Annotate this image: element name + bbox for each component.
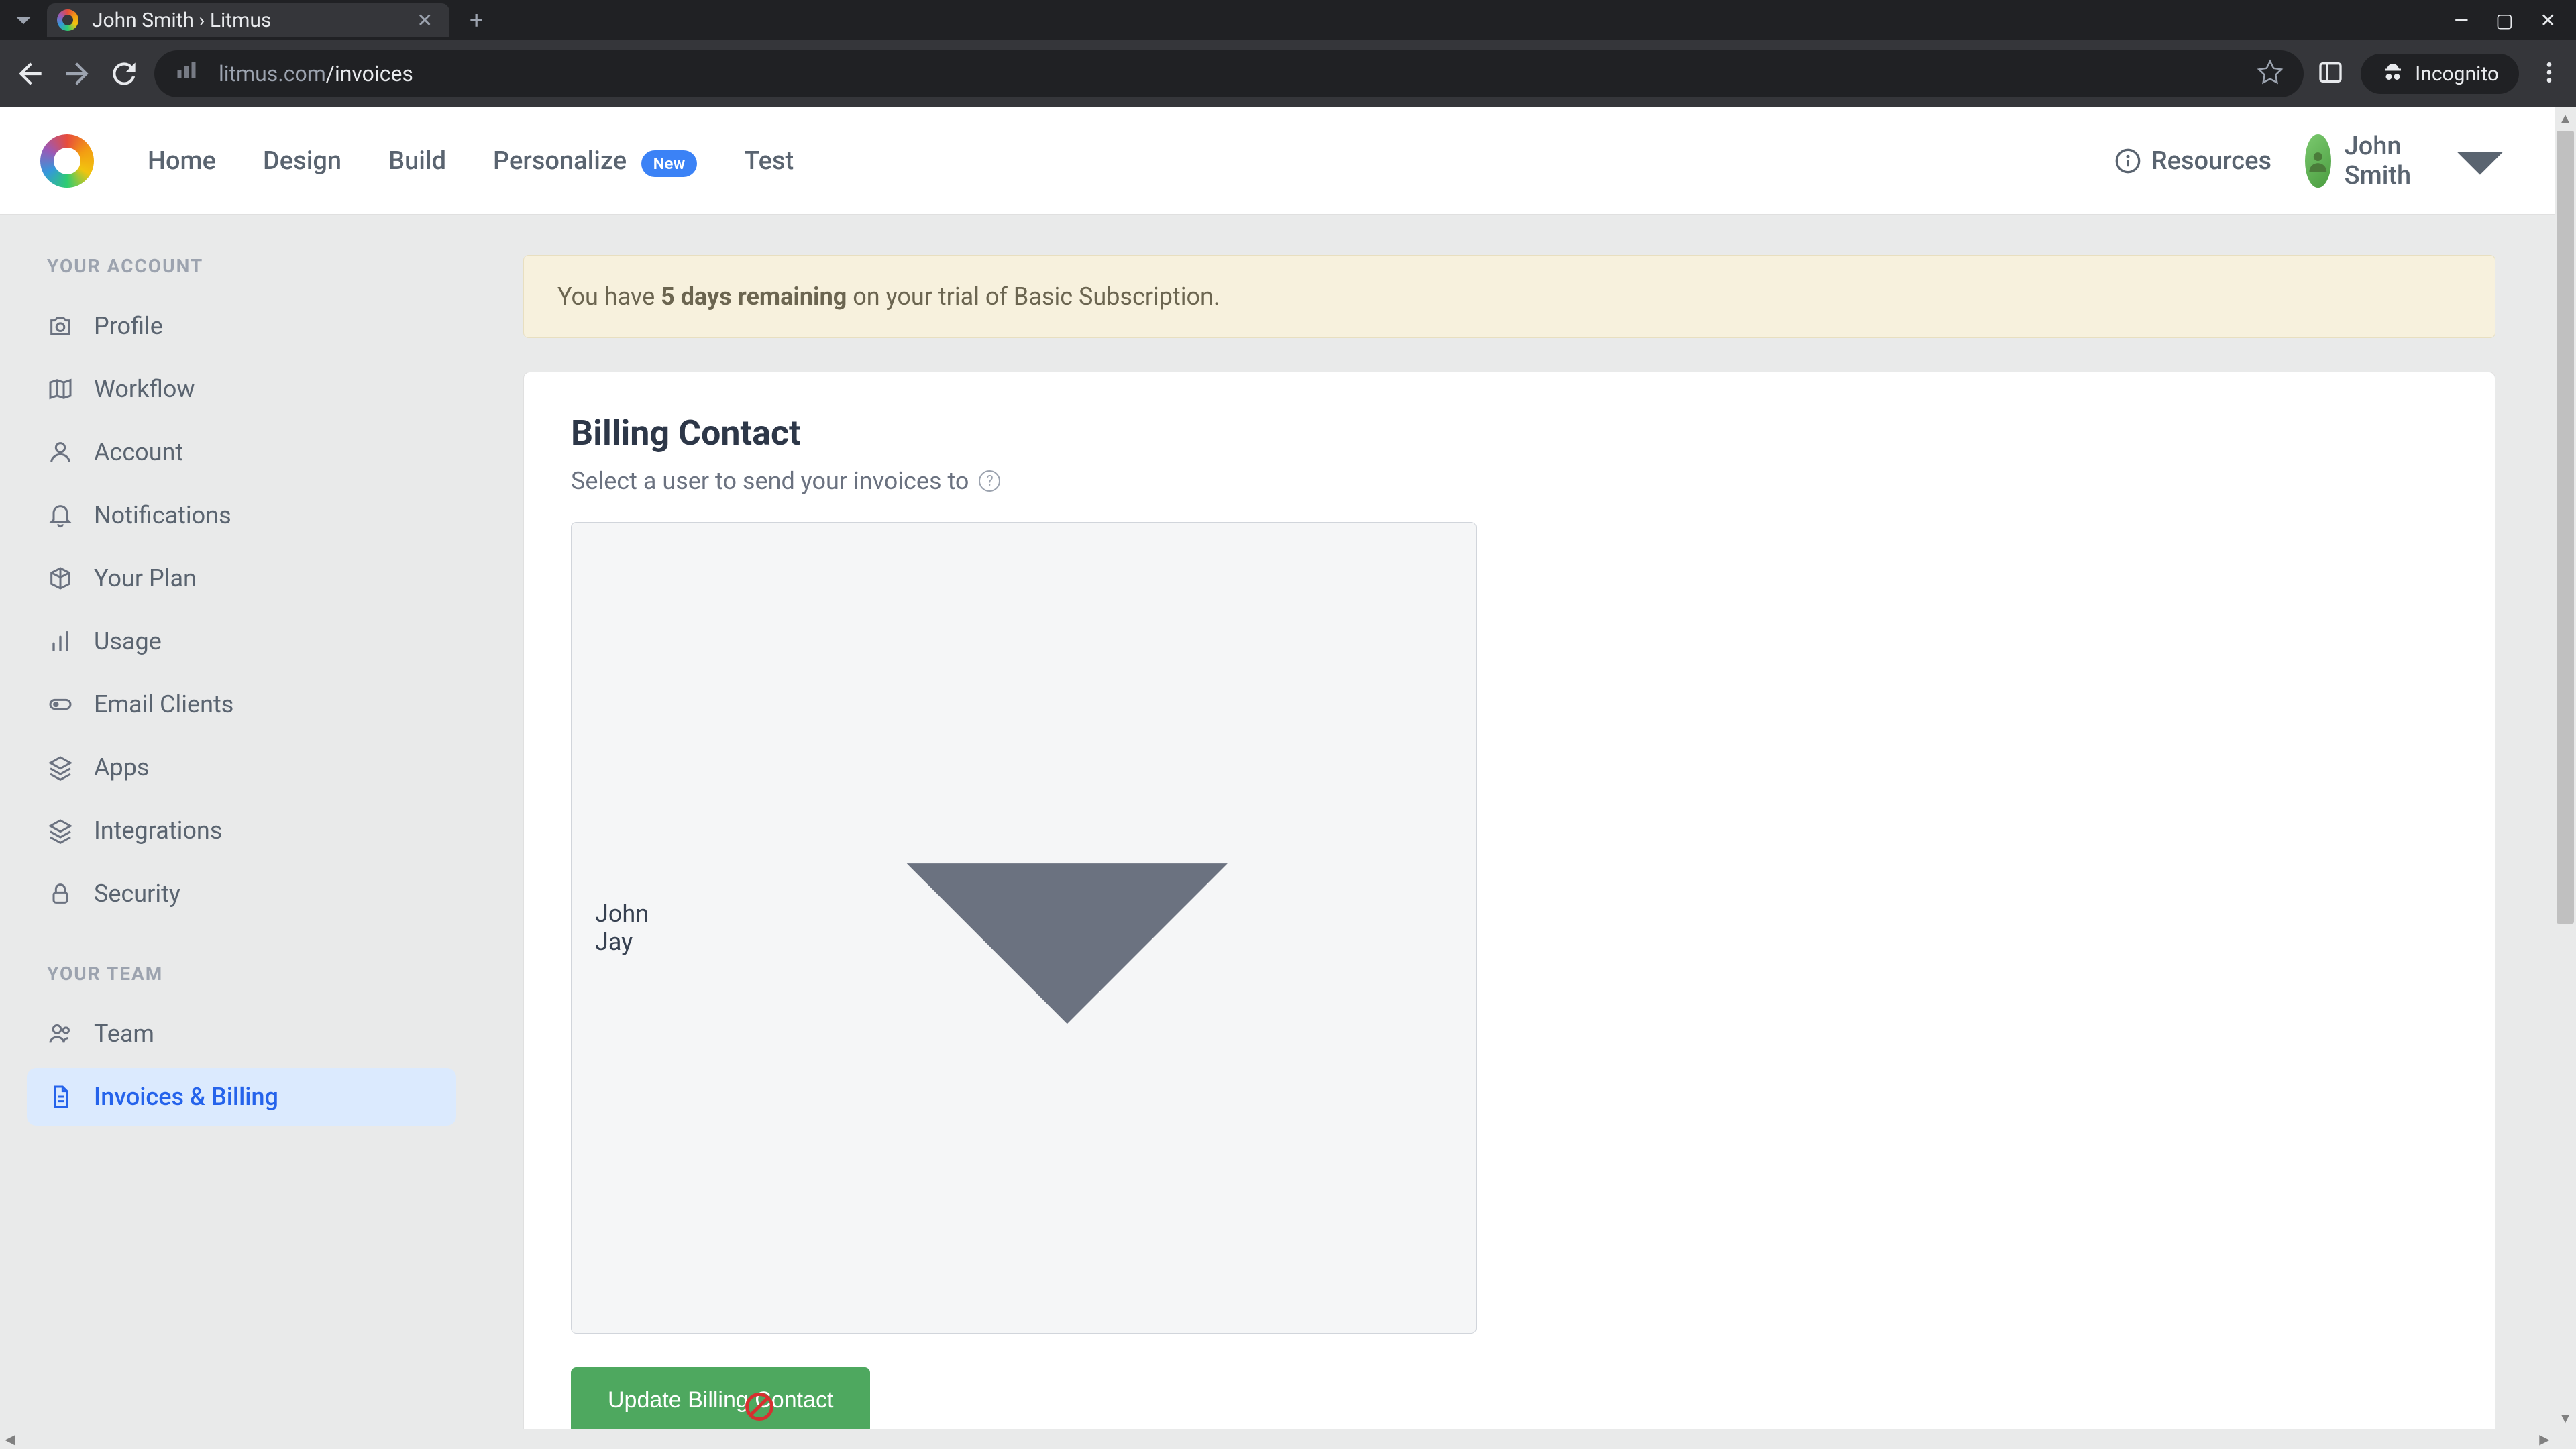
sidebar-heading-team: YOUR TEAM (27, 963, 456, 985)
update-billing-contact-button[interactable]: Update Billing Contact (571, 1367, 870, 1434)
incognito-badge[interactable]: Incognito (2361, 54, 2519, 94)
litmus-logo-icon[interactable] (40, 134, 94, 188)
sidebar-item-usage[interactable]: Usage (27, 612, 456, 670)
sidebar-item-label: Notifications (94, 501, 231, 529)
bell-icon (47, 502, 74, 529)
scroll-down-arrow[interactable]: ▼ (2555, 1407, 2576, 1429)
billing-contact-title: Billing Contact (571, 413, 2448, 453)
help-icon[interactable]: ? (979, 470, 1000, 492)
resources-link[interactable]: Resources (2114, 146, 2271, 176)
sidebar-item-label: Usage (94, 627, 162, 655)
people-icon (47, 1020, 74, 1047)
billing-contact-subtitle: Select a user to send your invoices to ? (571, 467, 2448, 495)
sidebar-item-label: Security (94, 879, 180, 908)
scroll-up-arrow[interactable]: ▲ (2555, 107, 2576, 129)
minimize-button[interactable]: — (2454, 9, 2469, 32)
camera-icon (47, 313, 74, 339)
sidebar-item-workflow[interactable]: Workflow (27, 360, 456, 418)
sidebar-heading-account: YOUR ACCOUNT (27, 255, 456, 277)
not-allowed-cursor-icon (745, 1393, 773, 1421)
avatar (2305, 134, 2331, 188)
window-controls: — ▢ ✕ (2454, 9, 2576, 32)
sidebar-item-label: Account (94, 438, 183, 466)
sidebar-item-team[interactable]: Team (27, 1005, 456, 1063)
billing-contact-select[interactable]: John Jay (571, 522, 1477, 1334)
close-window-button[interactable]: ✕ (2540, 9, 2556, 32)
url-text: litmus.com/invoices (219, 61, 413, 87)
reload-button[interactable] (107, 57, 141, 91)
sidebar-item-label: Profile (94, 312, 163, 340)
browser-tab-bar: John Smith › Litmus ✕ + — ▢ ✕ (0, 0, 2576, 40)
sidebar-item-apps[interactable]: Apps (27, 739, 456, 796)
vertical-scrollbar[interactable]: ▲ ▼ (2555, 107, 2576, 1429)
chevron-down-icon (682, 543, 1452, 1313)
sidebar: YOUR ACCOUNT Profile Workflow Account No… (0, 215, 483, 1449)
sidebar-item-account[interactable]: Account (27, 423, 456, 481)
sidebar-item-security[interactable]: Security (27, 865, 456, 922)
sidebar-item-integrations[interactable]: Integrations (27, 802, 456, 859)
sidebar-item-email-clients[interactable]: Email Clients (27, 676, 456, 733)
chevron-down-icon (2424, 105, 2536, 217)
user-icon (47, 439, 74, 466)
nav-home[interactable]: Home (148, 146, 216, 176)
lock-icon (47, 880, 74, 907)
sidebar-item-profile[interactable]: Profile (27, 297, 456, 355)
chart-icon (47, 628, 74, 655)
tab-close-icon[interactable]: ✕ (417, 9, 433, 32)
sidebar-item-your-plan[interactable]: Your Plan (27, 549, 456, 607)
maximize-button[interactable]: ▢ (2496, 9, 2513, 32)
sidebar-item-label: Invoices & Billing (94, 1083, 278, 1111)
layers-icon (47, 817, 74, 844)
sidebar-item-label: Apps (94, 753, 150, 782)
address-bar-row: litmus.com/invoices Incognito (0, 40, 2576, 107)
main-nav: Home Design Build Personalize New Test (148, 146, 794, 176)
app-header: Home Design Build Personalize New Test R… (0, 107, 2576, 215)
tab-favicon-icon (57, 9, 78, 31)
tab-title: John Smith › Litmus (92, 9, 397, 32)
bookmark-star-icon[interactable] (2257, 59, 2284, 89)
billing-contact-card: Billing Contact Select a user to send yo… (523, 372, 2496, 1449)
sidebar-item-label: Team (94, 1020, 154, 1048)
scroll-right-arrow[interactable]: ▶ (2534, 1429, 2555, 1449)
sidebar-item-label: Your Plan (94, 564, 197, 592)
back-button[interactable] (13, 57, 47, 91)
new-badge: New (641, 150, 698, 177)
horizontal-scrollbar[interactable]: ◀ ▶ (0, 1429, 2555, 1449)
forward-button[interactable] (60, 57, 94, 91)
sidebar-item-label: Workflow (94, 375, 195, 403)
user-menu[interactable]: John Smith (2305, 105, 2536, 217)
nav-personalize[interactable]: Personalize New (493, 146, 697, 176)
nav-test[interactable]: Test (744, 146, 794, 176)
nav-build[interactable]: Build (388, 146, 446, 176)
layers-icon (47, 754, 74, 781)
browser-menu-icon[interactable] (2536, 59, 2563, 89)
site-info-icon[interactable] (174, 60, 199, 87)
toggle-icon (47, 691, 74, 718)
sidebar-item-notifications[interactable]: Notifications (27, 486, 456, 544)
main-content: You have 5 days remaining on your trial … (483, 215, 2576, 1449)
nav-design[interactable]: Design (263, 146, 341, 176)
browser-tab[interactable]: John Smith › Litmus ✕ (47, 3, 449, 37)
sidebar-item-label: Email Clients (94, 690, 233, 718)
scroll-left-arrow[interactable]: ◀ (0, 1429, 20, 1449)
panel-icon[interactable] (2317, 59, 2344, 89)
new-tab-button[interactable]: + (470, 6, 483, 34)
map-icon (47, 376, 74, 402)
trial-alert-banner: You have 5 days remaining on your trial … (523, 255, 2496, 338)
scroll-thumb[interactable] (2557, 131, 2574, 924)
sidebar-item-label: Integrations (94, 816, 222, 845)
document-icon (47, 1083, 74, 1110)
address-bar[interactable]: litmus.com/invoices (154, 50, 2304, 97)
tab-search-dropdown[interactable] (7, 3, 40, 37)
sidebar-item-invoices-billing[interactable]: Invoices & Billing (27, 1068, 456, 1126)
box-icon (47, 565, 74, 592)
